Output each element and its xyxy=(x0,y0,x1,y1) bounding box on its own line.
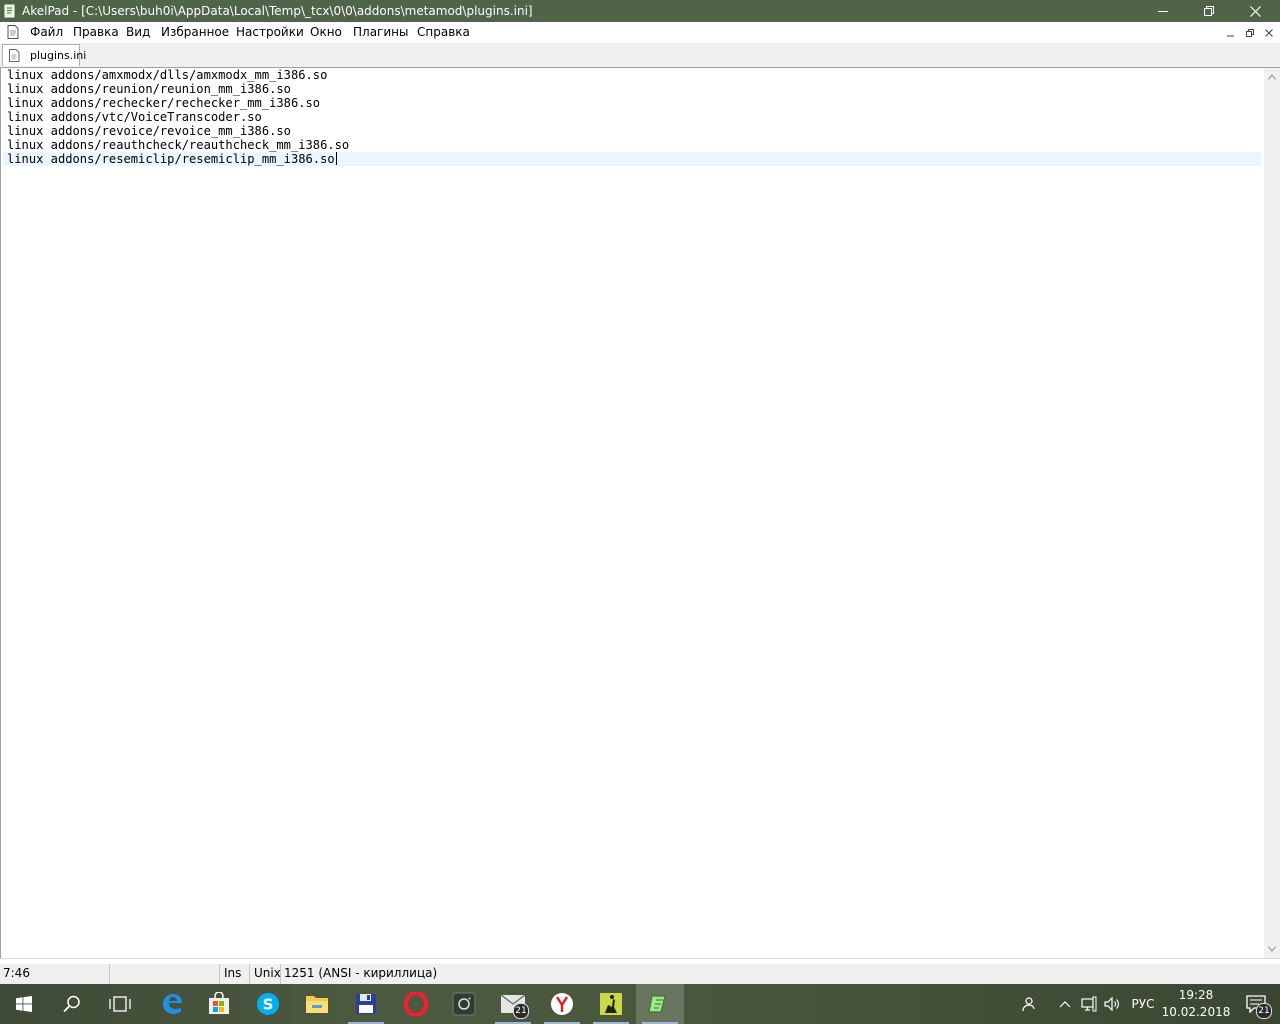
editor-line-text: linux addons/resemiclip/resemiclip_mm_i3… xyxy=(7,152,335,166)
tray-language[interactable]: РУС xyxy=(1124,984,1162,1024)
tab-label: plugins.ini xyxy=(30,49,87,62)
window-title: AkelPad - [C:\Users\buh0i\AppData\Local\… xyxy=(22,4,533,18)
status-empty xyxy=(110,964,220,984)
editor-line[interactable]: linux addons/reunion/reunion_mm_i386.so xyxy=(7,82,291,96)
editor-current-line[interactable]: linux addons/resemiclip/resemiclip_mm_i3… xyxy=(3,152,1261,166)
editor-line[interactable]: linux addons/amxmodx/dlls/amxmodx_mm_i38… xyxy=(7,68,327,82)
status-position: 7:46 xyxy=(0,964,110,984)
title-bar[interactable]: AkelPad - [C:\Users\buh0i\AppData\Local\… xyxy=(0,0,1280,22)
taskbar-edge[interactable] xyxy=(148,984,196,1024)
minimize-icon xyxy=(1227,35,1234,37)
task-view-button[interactable] xyxy=(96,984,144,1024)
windows-start-icon xyxy=(16,996,32,1012)
taskbar-opera[interactable] xyxy=(392,984,440,1024)
restore-button[interactable] xyxy=(1186,0,1232,22)
search-icon xyxy=(63,995,80,1013)
close-icon xyxy=(1265,29,1273,37)
restore-icon xyxy=(1246,29,1254,37)
menu-bar: Файл Правка Вид Избранное Настройки Окно… xyxy=(0,22,1280,43)
akelpad-window: AkelPad - [C:\Users\buh0i\AppData\Local\… xyxy=(0,0,1280,984)
tab-plugins-ini[interactable]: plugins.ini xyxy=(2,44,86,66)
tray-volume[interactable] xyxy=(1100,984,1124,1024)
akelpad-icon xyxy=(4,4,15,18)
menu-settings[interactable]: Настройки xyxy=(236,25,304,40)
menu-plugins[interactable]: Плагины xyxy=(353,25,408,40)
editor-line[interactable]: linux addons/revoice/revoice_mm_i386.so xyxy=(7,124,291,138)
minimize-button[interactable] xyxy=(1140,0,1186,22)
task-view-icon xyxy=(109,996,131,1012)
akelpad-icon xyxy=(648,995,666,1013)
mdi-restore-button[interactable] xyxy=(1243,26,1257,40)
vertical-scrollbar[interactable] xyxy=(1264,68,1280,958)
restore-icon xyxy=(1204,6,1214,16)
store-icon xyxy=(209,992,229,1014)
clock-date: 10.02.2018 xyxy=(1161,1005,1231,1019)
counter-strike-icon xyxy=(600,993,622,1015)
close-button[interactable] xyxy=(1232,0,1278,22)
skype-icon: S xyxy=(257,993,279,1015)
taskbar-file-explorer[interactable] xyxy=(293,984,341,1024)
menu-help[interactable]: Справка xyxy=(417,25,470,40)
editor-line[interactable]: linux addons/reauthcheck/reauthcheck_mm_… xyxy=(7,138,349,152)
taskbar-akelpad[interactable] xyxy=(636,984,684,1024)
tray-people[interactable] xyxy=(1016,984,1040,1024)
file-explorer-icon xyxy=(306,996,328,1013)
taskbar-camera[interactable] xyxy=(440,984,488,1024)
scroll-up-icon[interactable] xyxy=(1268,74,1276,80)
status-bar: 7:46 Ins Unix 1251 (ANSI - кириллица) xyxy=(0,964,1280,984)
taskbar: S 21 РУС 19:28 10.02.2018 21 xyxy=(0,984,1280,1024)
camera-app-icon xyxy=(452,992,476,1016)
network-icon xyxy=(1081,996,1097,1012)
scroll-down-icon[interactable] xyxy=(1268,946,1276,952)
editor-line[interactable]: linux addons/vtc/VoiceTranscoder.so xyxy=(7,110,262,124)
taskbar-counter-strike[interactable] xyxy=(587,984,635,1024)
menu-window[interactable]: Окно xyxy=(310,25,342,40)
svg-text:S: S xyxy=(263,996,274,1014)
notification-badge: 21 xyxy=(1256,1003,1272,1019)
status-codepage[interactable]: 1251 (ANSI - кириллица) xyxy=(281,964,481,984)
menu-file[interactable]: Файл xyxy=(30,25,63,40)
taskbar-skype[interactable]: S xyxy=(244,984,292,1024)
text-editor[interactable]: linux addons/amxmodx/dlls/amxmodx_mm_i38… xyxy=(0,68,1264,958)
document-icon xyxy=(9,49,20,62)
minimize-icon xyxy=(1158,11,1168,12)
taskbar-yandex[interactable] xyxy=(538,984,586,1024)
tab-bar: plugins.ini xyxy=(0,43,1280,68)
yandex-browser-icon xyxy=(551,993,573,1015)
floppy-disk-icon xyxy=(356,994,376,1014)
tray-clock[interactable]: 19:28 10.02.2018 xyxy=(1160,987,1232,1021)
editor-line[interactable]: linux addons/rechecker/rechecker_mm_i386… xyxy=(7,96,320,110)
menu-favorites[interactable]: Избранное xyxy=(161,25,229,40)
mail-badge: 21 xyxy=(513,1003,529,1019)
taskbar-total-commander[interactable] xyxy=(342,984,390,1024)
tray-show-hidden[interactable] xyxy=(1054,984,1076,1024)
menu-edit[interactable]: Правка xyxy=(73,25,119,40)
text-caret xyxy=(335,152,337,165)
volume-icon xyxy=(1104,996,1119,1012)
people-icon xyxy=(1022,997,1035,1012)
tray-network[interactable] xyxy=(1078,984,1100,1024)
mdi-minimize-button[interactable] xyxy=(1224,26,1238,40)
status-newline[interactable]: Unix xyxy=(250,964,281,984)
mdi-close-button[interactable] xyxy=(1262,26,1276,40)
chevron-up-icon xyxy=(1059,1001,1071,1008)
search-button[interactable] xyxy=(48,984,96,1024)
start-button[interactable] xyxy=(0,984,48,1024)
menu-view[interactable]: Вид xyxy=(126,25,150,40)
status-insert-mode[interactable]: Ins xyxy=(220,964,250,984)
taskbar-store[interactable] xyxy=(195,984,243,1024)
document-icon[interactable] xyxy=(7,25,19,39)
taskbar-mail[interactable]: 21 xyxy=(489,984,537,1024)
action-center-button[interactable]: 21 xyxy=(1232,984,1280,1024)
clock-time: 19:28 xyxy=(1178,988,1214,1002)
close-icon xyxy=(1249,5,1261,17)
edge-browser-icon xyxy=(163,994,182,1014)
opera-browser-icon xyxy=(404,992,428,1016)
divider xyxy=(0,958,1280,959)
